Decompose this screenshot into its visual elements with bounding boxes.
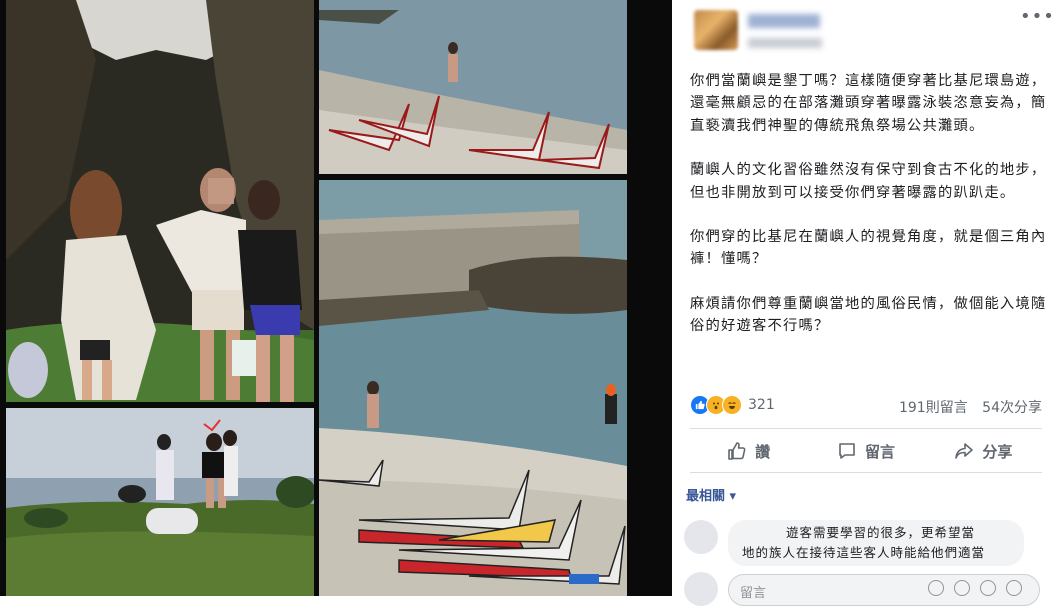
- photo-beach-canoes-top[interactable]: [319, 0, 627, 174]
- post-paragraph: 你們穿的比基尼在蘭嶼人的視覺角度，就是個三角內褲！懂嗎？: [690, 229, 1047, 268]
- more-options-icon[interactable]: •••: [1020, 6, 1055, 27]
- current-user-avatar: [684, 572, 718, 606]
- comment-icon: [839, 443, 855, 459]
- post-paragraph: 蘭嶼人的文化習俗雖然沒有保守到食古不化的地步，但也非開放到可以接受你們穿著曝露的…: [690, 162, 1047, 201]
- reaction-count: 321: [748, 397, 775, 413]
- share-icon: [955, 443, 974, 459]
- emoji-icon[interactable]: [928, 580, 944, 596]
- gif-icon[interactable]: [980, 580, 996, 596]
- photo-tourists-cliff[interactable]: [6, 0, 314, 402]
- avatar[interactable]: [694, 10, 738, 50]
- photo-tourists-grass[interactable]: [6, 408, 314, 596]
- author-name-blurred[interactable]: [748, 14, 820, 28]
- comment-count[interactable]: 191則留言: [899, 400, 968, 416]
- thumbs-up-icon: [728, 442, 746, 460]
- camera-icon[interactable]: [954, 580, 970, 596]
- divider: [690, 472, 1042, 473]
- comment-line: 地的族人在接待這些客人時能給他們適當: [742, 545, 986, 560]
- comment-button[interactable]: 留言: [807, 434, 924, 468]
- share-label: 分享: [982, 442, 1013, 461]
- post-text: 你們當蘭嶼是墾丁嗎？這樣隨便穿著比基尼環島遊，還毫無顧忌的在部落灘頭穿著曝露泳裝…: [690, 70, 1052, 360]
- post-panel: ••• 你們當蘭嶼是墾丁嗎？這樣隨便穿著比基尼環島遊，還毫無顧忌的在部落灘頭穿著…: [672, 0, 1060, 606]
- photo-breakwater-canoes[interactable]: [319, 180, 627, 596]
- haha-reaction-icon: [722, 395, 742, 415]
- sticker-icon[interactable]: [1006, 580, 1022, 596]
- comment-input-tools: [928, 580, 1032, 596]
- action-bar: 讚 留言 分享: [690, 434, 1042, 468]
- comment-line: 遊客需要學習的很多，更希望當: [786, 525, 976, 540]
- like-button[interactable]: 讚: [690, 434, 807, 468]
- comment-sort-dropdown[interactable]: 最相關 ▾: [686, 485, 736, 504]
- comment-text: 遊客需要學習的很多，更希望當 地的族人在接待這些客人時能給他們適當: [742, 523, 1022, 563]
- like-label: 讚: [755, 442, 771, 461]
- share-count[interactable]: 54次分享: [982, 400, 1042, 416]
- commenter-avatar[interactable]: [684, 520, 718, 554]
- comment-input-placeholder: 留言: [740, 586, 767, 601]
- comment-label: 留言: [864, 442, 895, 461]
- post-paragraph: 你們當蘭嶼是墾丁嗎？這樣隨便穿著比基尼環島遊，還毫無顧忌的在部落灘頭穿著曝露泳裝…: [690, 73, 1047, 134]
- post-stats: 191則留言 54次分享: [889, 397, 1042, 417]
- reaction-summary[interactable]: 321: [690, 394, 775, 416]
- photo-collage[interactable]: [0, 0, 672, 596]
- post-meta-blurred: [748, 38, 822, 48]
- divider: [690, 428, 1042, 429]
- post-paragraph: 麻煩請你們尊重蘭嶼當地的風俗民情，做個能入境隨俗的好遊客不行嗎？: [690, 295, 1047, 335]
- share-button[interactable]: 分享: [925, 434, 1042, 468]
